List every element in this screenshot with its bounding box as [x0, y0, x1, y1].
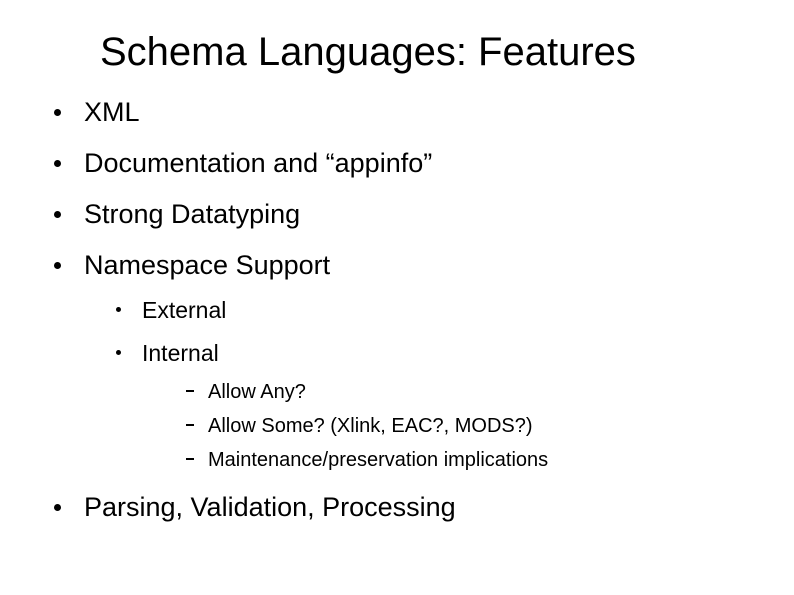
bullet-text: Namespace Support	[84, 250, 330, 280]
bullet-text: Maintenance/preservation implications	[208, 449, 548, 471]
list-item: Allow Any?	[182, 380, 754, 404]
list-item: Strong Datatyping	[50, 199, 754, 230]
bullet-text: Strong Datatyping	[84, 199, 300, 229]
bullet-text: Parsing, Validation, Processing	[84, 492, 456, 522]
slide: Schema Languages: Features XML Documenta…	[0, 0, 794, 595]
list-item: External	[112, 297, 754, 323]
bullet-text: XML	[84, 97, 140, 127]
list-item: Internal Allow Any? Allow Some? (Xlink, …	[112, 340, 754, 472]
bullet-list-level2: External Internal Allow Any? Allow Some?…	[84, 297, 754, 472]
bullet-text: Allow Any?	[208, 381, 306, 403]
list-item: Maintenance/preservation implications	[182, 448, 754, 472]
list-item: XML	[50, 97, 754, 128]
list-item: Allow Some? (Xlink, EAC?, MODS?)	[182, 414, 754, 438]
slide-title: Schema Languages: Features	[100, 30, 754, 75]
bullet-list-level3: Allow Any? Allow Some? (Xlink, EAC?, MOD…	[142, 380, 754, 472]
bullet-list-level1: XML Documentation and “appinfo” Strong D…	[40, 97, 754, 523]
list-item: Documentation and “appinfo”	[50, 148, 754, 179]
bullet-text: Documentation and “appinfo”	[84, 148, 432, 178]
bullet-text: External	[142, 297, 226, 323]
bullet-text: Allow Some? (Xlink, EAC?, MODS?)	[208, 415, 533, 437]
bullet-text: Internal	[142, 340, 219, 366]
list-item: Parsing, Validation, Processing	[50, 492, 754, 523]
list-item: Namespace Support External Internal Allo…	[50, 250, 754, 472]
